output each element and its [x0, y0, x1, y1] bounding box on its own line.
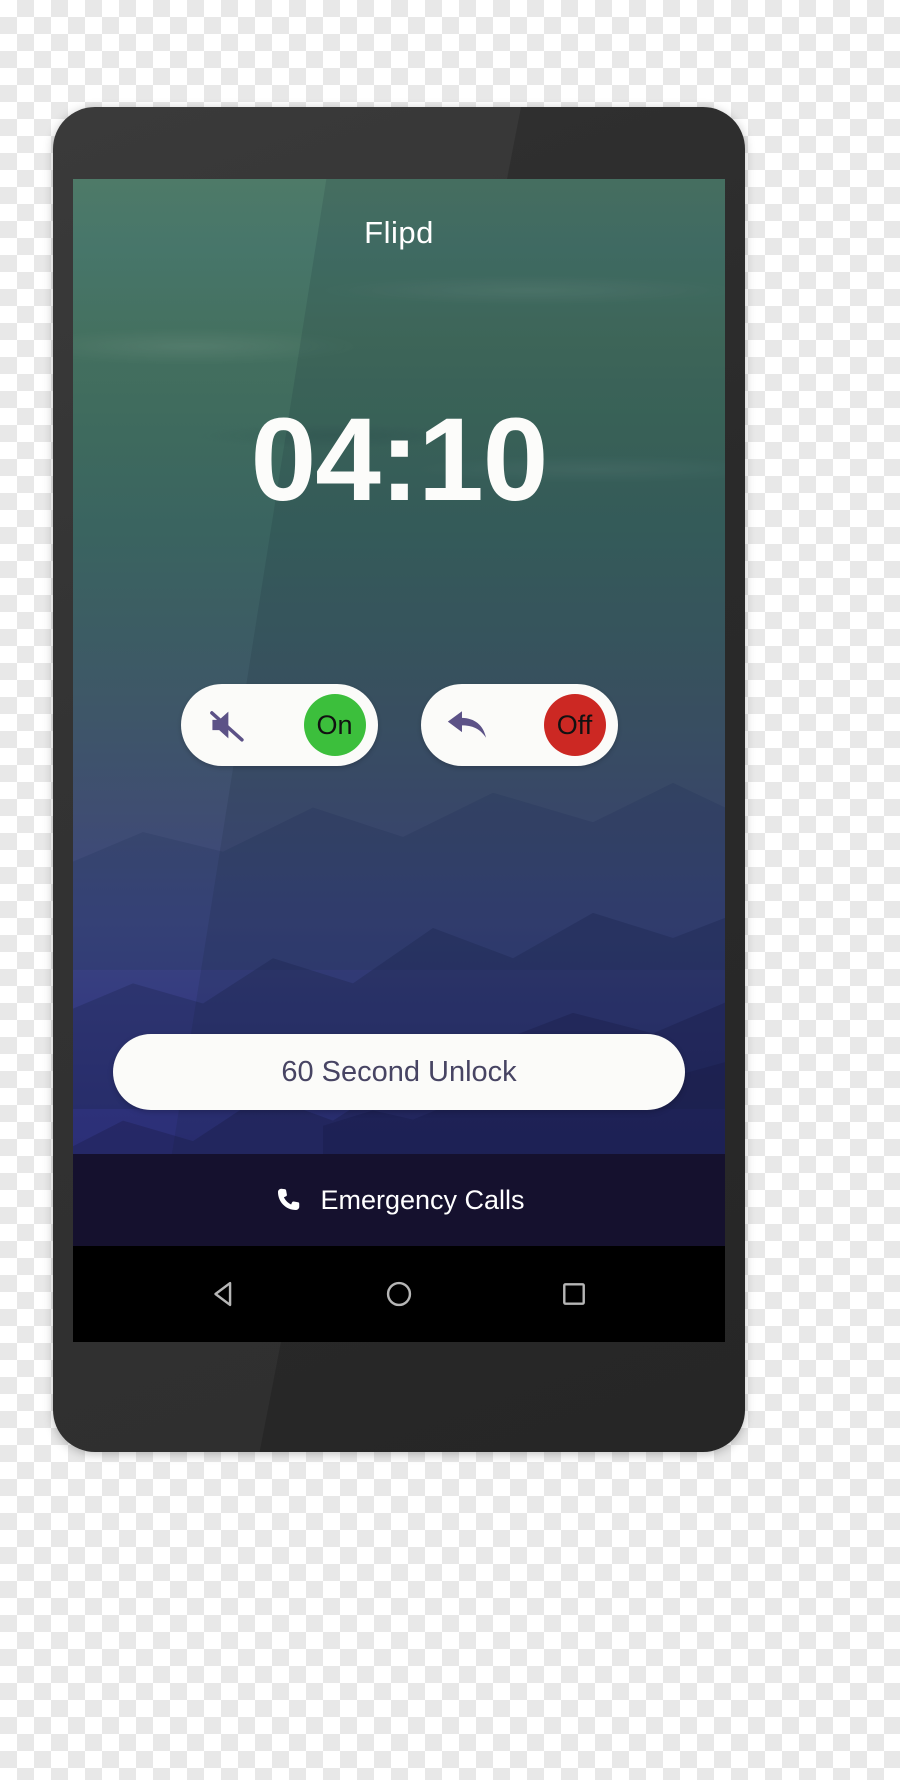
silent-mode-state-badge: On	[303, 694, 366, 756]
auto-reply-toggle[interactable]: Off	[420, 684, 618, 766]
recents-square-icon[interactable]	[543, 1263, 605, 1325]
phone-device: Flipd 04:10 On Off 60 Second Unlock Emer…	[53, 107, 745, 1452]
emergency-calls-bar[interactable]: Emergency Calls	[73, 1154, 725, 1246]
clock-display: 04:10	[250, 394, 549, 526]
phone-screen: Flipd 04:10 On Off 60 Second Unlock Emer…	[73, 179, 725, 1342]
unlock-button[interactable]: 60 Second Unlock	[113, 1034, 685, 1110]
back-triangle-icon[interactable]	[193, 1263, 255, 1325]
home-circle-icon[interactable]	[368, 1263, 430, 1325]
auto-reply-state-badge: Off	[543, 694, 606, 756]
reply-arrow-icon	[445, 702, 491, 748]
emergency-calls-label: Emergency Calls	[320, 1184, 525, 1215]
phone-handset-icon	[273, 1185, 303, 1215]
mute-icon	[205, 702, 251, 748]
toggle-row: On Off	[73, 684, 725, 766]
lockscreen-content: Flipd 04:10 On Off 60 Second Unlock Emer…	[73, 179, 725, 1342]
app-title: Flipd	[364, 215, 434, 250]
silent-mode-toggle[interactable]: On	[180, 684, 378, 766]
android-navigation-bar	[73, 1246, 725, 1342]
